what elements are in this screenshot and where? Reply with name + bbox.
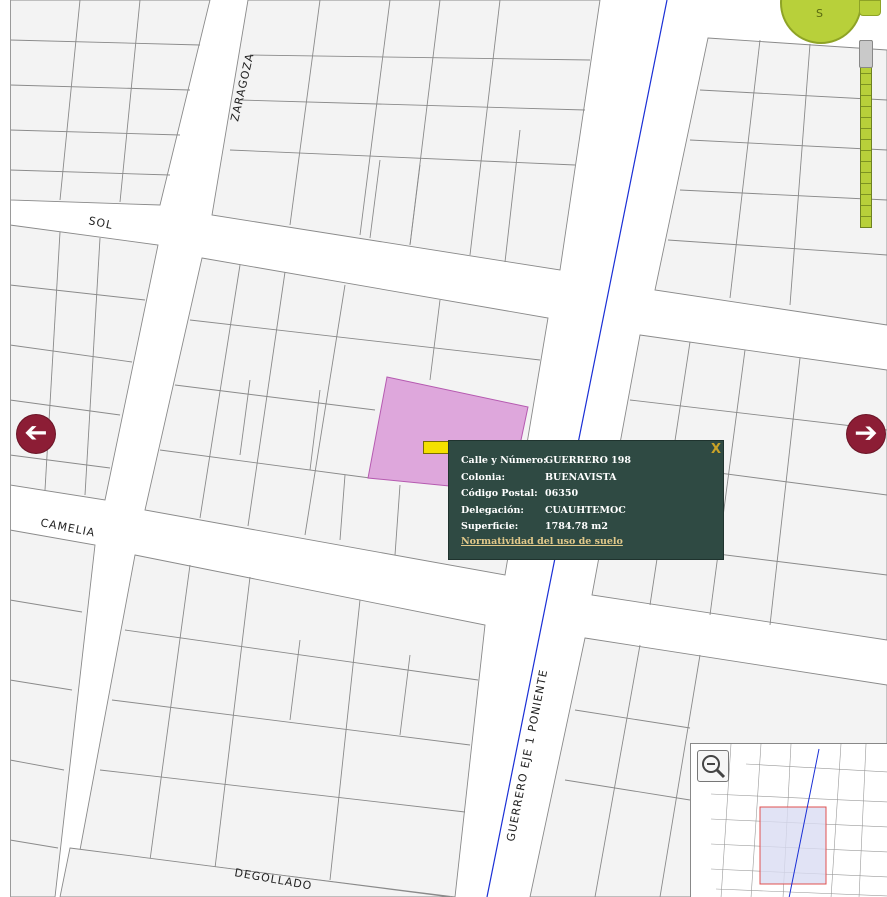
overview-extent-box[interactable]: [759, 806, 827, 885]
street-label-camelia: CAMELIA: [39, 516, 96, 539]
city-block: [211, 0, 601, 271]
zoom-slider-handle[interactable]: [859, 40, 873, 68]
popup-row-address: Calle y Número: GUERRERO 198: [461, 453, 631, 470]
city-block: [9, 0, 211, 206]
popup-label: Colonia:: [461, 471, 506, 483]
compass-knob[interactable]: [859, 0, 881, 16]
overview-zoom-out-button[interactable]: [697, 750, 729, 782]
popup-value: BUENAVISTA: [545, 471, 617, 483]
popup-value: 06350: [545, 488, 579, 499]
popup-row-postal-code: Código Postal: 06350: [461, 486, 631, 503]
popup-close-button[interactable]: X: [711, 442, 721, 457]
city-block: [79, 554, 486, 897]
location-marker[interactable]: [423, 441, 449, 454]
overview-map[interactable]: [690, 743, 887, 897]
map-left-border: [0, 0, 11, 897]
popup-label: Superficie:: [461, 521, 519, 532]
parcel-info-popup: X Calle y Número: GUERRERO 198 Colonia: …: [448, 440, 724, 560]
land-use-regulations-link[interactable]: Normatividad del uso de suelo: [461, 536, 623, 547]
street-label-sol: SOL: [87, 214, 114, 232]
pan-right-button[interactable]: ➔: [847, 415, 885, 453]
city-block: [9, 224, 159, 501]
popup-label: Código Postal:: [461, 488, 538, 499]
popup-row-superficie: Superficie: 1784.78 m2: [461, 519, 631, 536]
popup-value: CUAUHTEMOC: [545, 504, 626, 516]
compass-south-label: S: [816, 7, 823, 20]
arrow-right-icon: ➔: [854, 416, 878, 449]
map-canvas[interactable]: ZARAGOZA SOL CAMELIA DEGOLLADO GUERRERO …: [0, 0, 887, 897]
arrow-left-icon: ➔: [24, 417, 48, 450]
popup-details: Calle y Número: GUERRERO 198 Colonia: BU…: [461, 453, 631, 536]
popup-row-delegacion: Delegación: CUAUHTEMOC: [461, 503, 631, 520]
popup-value: 1784.78 m2: [545, 521, 608, 532]
city-block: [654, 37, 887, 326]
popup-value: GUERRERO 198: [545, 455, 631, 466]
zoom-out-icon: [702, 755, 726, 779]
pan-left-button[interactable]: ➔: [17, 415, 55, 453]
popup-label: Delegación:: [461, 504, 524, 516]
popup-label: Calle y Número:: [461, 455, 547, 466]
zoom-slider-track[interactable]: [860, 40, 872, 228]
popup-row-colonia: Colonia: BUENAVISTA: [461, 470, 631, 487]
